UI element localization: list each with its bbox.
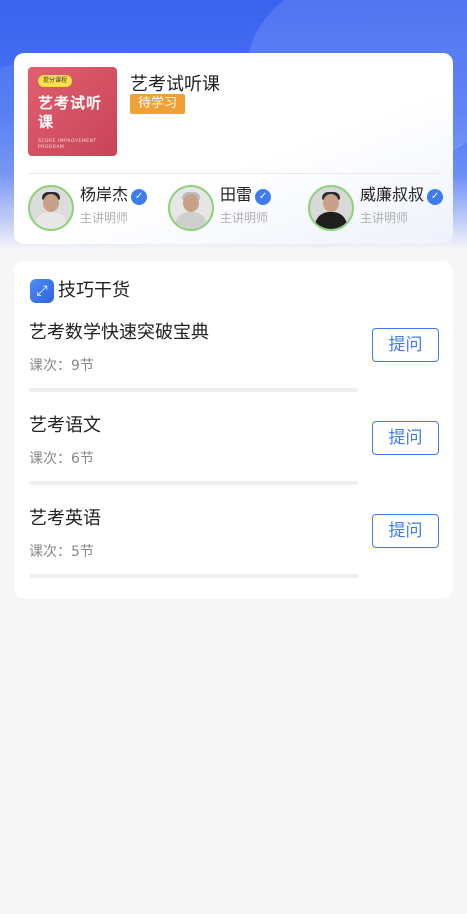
lesson-title: 艺考英语 <box>29 508 101 529</box>
verified-icon: ✓ <box>255 189 272 205</box>
progress-bar <box>29 388 358 392</box>
status-badge: 待学习 <box>130 94 186 114</box>
progress-bar <box>29 481 358 485</box>
section-title: 技巧干货 <box>58 280 130 301</box>
course-title: 艺考试听课 <box>130 74 220 95</box>
ask-button[interactable]: 提问 <box>372 514 439 548</box>
teacher-role: 主讲明师 <box>220 211 269 225</box>
list-item[interactable]: 艺考英语 课次：5节 提问 <box>29 508 439 588</box>
course-card: 提分课程 艺考试听课 SCORE IMPROVEMENT PROGRAM 艺考试… <box>14 53 453 244</box>
ask-button[interactable]: 提问 <box>372 421 439 455</box>
lesson-count: 课次：6节 <box>29 451 94 467</box>
course-cover-image: 提分课程 艺考试听课 SCORE IMPROVEMENT PROGRAM <box>28 67 117 156</box>
avatar <box>168 185 214 231</box>
teacher-name: 威廉叔叔 <box>360 185 425 204</box>
teacher-name-line: 威廉叔叔 ✓ <box>360 185 444 205</box>
lesson-list-card: ⤢ 技巧干货 艺考数学快速突破宝典 课次：9节 提问 艺考语文 课次：6节 提问… <box>14 261 453 598</box>
teacher-name: 田雷 <box>220 185 253 204</box>
divider <box>28 173 439 174</box>
tips-icon: ⤢ <box>30 279 54 303</box>
progress-bar <box>29 574 358 578</box>
verified-icon: ✓ <box>131 189 148 205</box>
cover-title: 艺考试听课 <box>38 94 103 131</box>
list-item[interactable]: 艺考数学快速突破宝典 课次：9节 提问 <box>29 322 439 402</box>
ask-button[interactable]: 提问 <box>372 328 439 362</box>
teacher-role: 主讲明师 <box>360 211 409 225</box>
teacher-name-line: 杨岸杰 ✓ <box>80 185 148 205</box>
lesson-count: 课次：9节 <box>29 358 94 374</box>
teacher-name-line: 田雷 ✓ <box>220 185 272 205</box>
cover-tag: 提分课程 <box>38 75 73 87</box>
teacher-role: 主讲明师 <box>80 211 129 225</box>
teacher-item[interactable]: 威廉叔叔 ✓ 主讲明师 <box>308 185 448 231</box>
avatar <box>28 185 74 231</box>
lesson-title: 艺考数学快速突破宝典 <box>29 322 209 343</box>
lesson-title: 艺考语文 <box>29 415 101 436</box>
verified-icon: ✓ <box>427 189 444 205</box>
list-item[interactable]: 艺考语文 课次：6节 提问 <box>29 415 439 495</box>
teacher-item[interactable]: 杨岸杰 ✓ 主讲明师 <box>28 185 168 231</box>
lesson-count: 课次：5节 <box>29 544 94 560</box>
teacher-name: 杨岸杰 <box>80 185 129 204</box>
avatar <box>308 185 354 231</box>
cover-subtitle: SCORE IMPROVEMENT PROGRAM <box>38 139 97 150</box>
teacher-item[interactable]: 田雷 ✓ 主讲明师 <box>168 185 308 231</box>
